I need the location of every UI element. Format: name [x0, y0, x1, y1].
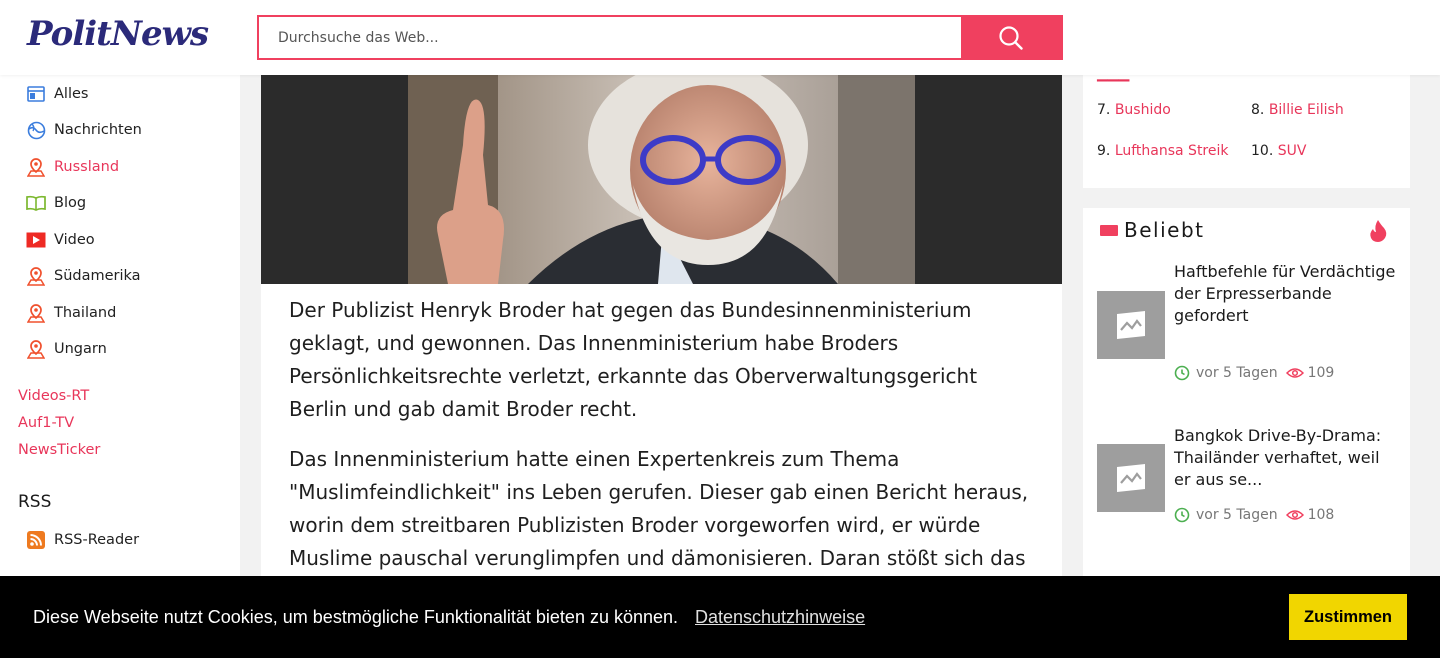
link-auf1-tv[interactable]: Auf1-TV	[18, 415, 74, 431]
article: Der Publizist Henryk Broder hat gegen da…	[261, 75, 1062, 658]
search-icon	[999, 25, 1023, 50]
sidebar-item-alles[interactable]: Alles	[26, 82, 88, 106]
portrait-photo	[408, 75, 915, 284]
site-header: PolitNews	[0, 0, 1440, 75]
sidebar-item-video[interactable]: Video	[26, 228, 95, 252]
search-input[interactable]	[259, 17, 961, 58]
trend-number: 10.	[1251, 143, 1274, 159]
sidebar-item-suedamerika[interactable]: Südamerika	[26, 264, 141, 288]
trend-term[interactable]: Bushido	[1115, 102, 1171, 118]
clock-icon	[1174, 365, 1190, 381]
trend-number: 9.	[1097, 143, 1111, 159]
sidebar-item-russland[interactable]: Russland	[26, 155, 119, 179]
article-thumbnail[interactable]	[1097, 291, 1165, 359]
article-hero-image	[261, 75, 1062, 284]
flag-icon	[1100, 224, 1118, 236]
popular-item-views: 108	[1307, 507, 1335, 523]
trend-term[interactable]: Lufthansa Streik	[1115, 143, 1229, 159]
trend-item[interactable]: 10. SUV	[1251, 143, 1306, 159]
popular-item-meta: vor 5 Tagen 109	[1174, 365, 1334, 381]
trends-box: ▁▁▁ 7. Bushido 8. Billie Eilish 9. Lufth…	[1083, 75, 1410, 188]
cookie-banner: Diese Webseite nutzt Cookies, um bestmög…	[0, 576, 1440, 658]
sidebar-item-label: Nachrichten	[54, 122, 142, 138]
sidebar-item-label: Alles	[54, 86, 89, 102]
popular-item-meta: vor 5 Tagen 108	[1174, 507, 1334, 523]
trend-term[interactable]: SUV	[1278, 143, 1307, 159]
trend-term[interactable]: Billie Eilish	[1269, 102, 1344, 118]
map-pin-icon	[26, 303, 46, 323]
flame-icon	[1370, 220, 1387, 242]
sidebar-item-blog[interactable]: Blog	[26, 191, 86, 215]
trend-item[interactable]: 8. Billie Eilish	[1251, 102, 1344, 118]
sidebar-item-label: Ungarn	[54, 341, 107, 357]
sidebar-item-label: Südamerika	[54, 268, 141, 284]
trend-number: 8.	[1251, 102, 1265, 118]
article-paragraph: Das Innenministerium hatte einen Experte…	[289, 447, 1029, 570]
map-pin-icon	[26, 339, 46, 359]
popular-item-time: vor 5 Tagen	[1196, 365, 1278, 381]
sidebar-item-thailand[interactable]: Thailand	[26, 301, 116, 325]
sidebar-item-rss-reader[interactable]: RSS-Reader	[26, 528, 139, 552]
popular-header: Beliebt	[1100, 218, 1204, 242]
trend-number: 7.	[1097, 102, 1111, 118]
link-videos-rt[interactable]: Videos-RT	[18, 388, 89, 404]
sidebar-item-label: Video	[54, 232, 95, 248]
clock-icon	[1174, 507, 1190, 523]
article-paragraph: Der Publizist Henryk Broder hat gegen da…	[289, 298, 978, 421]
sidebar-item-ungarn[interactable]: Ungarn	[26, 337, 107, 361]
link-newsticker[interactable]: NewsTicker	[18, 442, 100, 458]
image-placeholder-icon	[1117, 311, 1145, 339]
map-pin-icon	[26, 157, 46, 177]
sidebar-item-label: Russland	[54, 159, 120, 175]
popular-item-title[interactable]: Haftbefehle für Verdächtige der Erpresse…	[1174, 261, 1399, 327]
search-bar	[257, 15, 1063, 60]
image-placeholder-icon	[1117, 464, 1145, 492]
trend-item[interactable]: 7. Bushido	[1097, 102, 1171, 118]
sidebar-item-label: Thailand	[54, 305, 117, 321]
rss-icon	[26, 530, 46, 550]
video-icon	[26, 230, 46, 250]
site-logo[interactable]: PolitNews	[27, 14, 209, 54]
article-thumbnail[interactable]	[1097, 444, 1165, 512]
trend-item-partial: ▁▁▁	[1097, 75, 1129, 82]
sidebar-item-label: RSS-Reader	[54, 532, 140, 548]
privacy-link[interactable]: Datenschutzhinweise	[695, 607, 865, 628]
search-button[interactable]	[961, 17, 1061, 58]
layout-icon	[26, 84, 46, 104]
eye-icon	[1285, 368, 1304, 378]
popular-item-title[interactable]: Bangkok Drive-By-Drama: Thailänder verha…	[1174, 425, 1399, 491]
trend-item[interactable]: 9. Lufthansa Streik	[1097, 143, 1229, 159]
popular-item-views: 109	[1307, 365, 1335, 381]
cookie-message: Diese Webseite nutzt Cookies, um bestmög…	[33, 607, 679, 627]
sidebar-item-nachrichten[interactable]: Nachrichten	[26, 118, 142, 142]
article-body: Der Publizist Henryk Broder hat gegen da…	[289, 294, 1041, 592]
book-icon	[26, 193, 46, 213]
map-pin-icon	[26, 266, 46, 286]
popular-title: Beliebt	[1124, 218, 1205, 242]
sidebar-item-label: Blog	[54, 195, 87, 211]
eye-icon	[1285, 510, 1304, 520]
left-sidebar: Alles Nachrichten Russland Blog Video Sü…	[0, 75, 240, 658]
popular-item-time: vor 5 Tagen	[1196, 507, 1278, 523]
accept-cookies-button[interactable]: Zustimmen	[1289, 594, 1407, 640]
rss-heading: RSS	[18, 492, 52, 512]
globe-icon	[26, 120, 46, 140]
